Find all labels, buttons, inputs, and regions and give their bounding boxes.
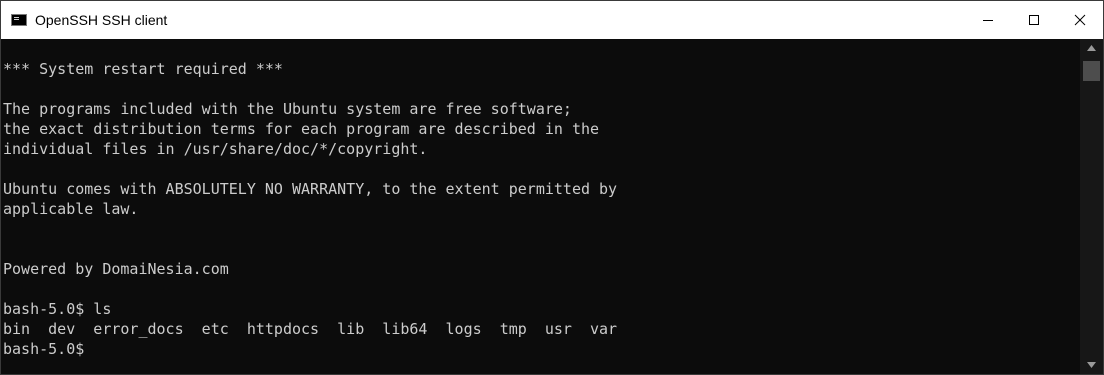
- close-button[interactable]: [1057, 1, 1103, 39]
- console-app-icon[interactable]: [11, 14, 27, 26]
- console-line: *** System restart required ***: [3, 60, 283, 78]
- console-lines: *** System restart required *** The prog…: [3, 59, 617, 359]
- scrollbar-thumb[interactable]: [1083, 61, 1100, 81]
- title-bar[interactable]: OpenSSH SSH client: [1, 1, 1103, 39]
- console-line: The programs included with the Ubuntu sy…: [3, 100, 572, 118]
- scroll-up-button[interactable]: [1080, 39, 1103, 57]
- console-line: bash-5.0$ ls: [3, 300, 112, 318]
- console-line: individual files in /usr/share/doc/*/cop…: [3, 140, 428, 158]
- minimize-button[interactable]: [965, 1, 1011, 39]
- console-line: bin dev error_docs etc httpdocs lib lib6…: [3, 320, 618, 338]
- shell-prompt[interactable]: bash-5.0$: [3, 339, 617, 359]
- console-line: Powered by DomaiNesia.com: [3, 260, 229, 278]
- console-line: the exact distribution terms for each pr…: [3, 120, 600, 138]
- terminal-window: OpenSSH SSH client *** System restart re…: [0, 0, 1104, 375]
- console-line: applicable law.: [3, 200, 139, 218]
- maximize-button[interactable]: [1011, 1, 1057, 39]
- close-icon: [1074, 14, 1086, 26]
- vertical-scrollbar[interactable]: [1080, 39, 1103, 374]
- minimize-icon: [983, 20, 993, 21]
- console-output[interactable]: *** System restart required *** The prog…: [1, 39, 1080, 374]
- chevron-up-icon: [1087, 45, 1096, 51]
- chevron-down-icon: [1087, 362, 1096, 368]
- maximize-icon: [1029, 15, 1039, 25]
- window-title: OpenSSH SSH client: [35, 12, 168, 28]
- console-line: Ubuntu comes with ABSOLUTELY NO WARRANTY…: [3, 180, 618, 198]
- caption-buttons: [965, 1, 1103, 39]
- scroll-down-button[interactable]: [1080, 356, 1103, 374]
